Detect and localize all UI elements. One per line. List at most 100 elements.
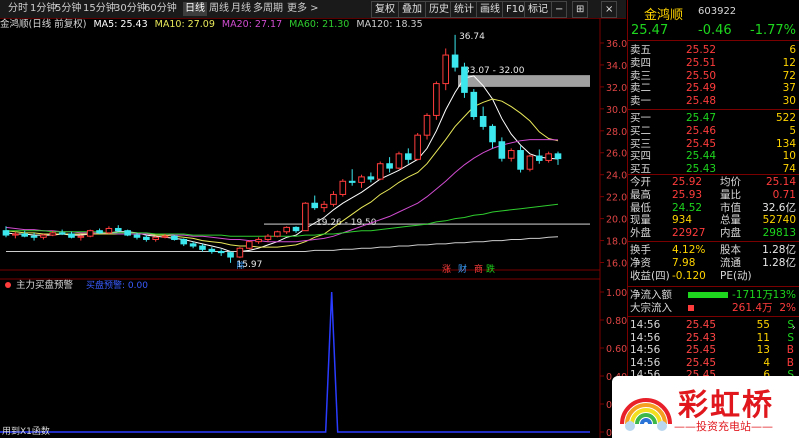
stat-row: 今开 25.92 均价 25.14: [630, 176, 796, 188]
candle-body: [489, 125, 496, 143]
chevron-right-icon[interactable]: ›: [792, 318, 799, 338]
ma-line-ma20: [5, 139, 559, 243]
indicator-axis-label: 0.80: [606, 316, 627, 327]
candle-body: [498, 141, 506, 159]
stock-code: 603922: [698, 6, 737, 17]
price-axis-label: 30.00: [606, 105, 627, 116]
candle-body: [461, 66, 468, 93]
candle-body: [386, 163, 393, 169]
candle-body: [255, 238, 262, 243]
event-marker: 除: [237, 260, 245, 270]
indicator-line: [0, 291, 590, 433]
bid-row: 买二 25.46 5: [630, 124, 796, 137]
ma-line-ma10: [5, 98, 559, 248]
price-axis-label: 16.00: [606, 259, 627, 270]
ma-line-ma120: [6, 236, 559, 252]
resistance-zone: [458, 75, 590, 87]
candle-body: [180, 238, 188, 245]
price-change: -0.46: [698, 23, 732, 38]
candle-body: [171, 235, 178, 240]
last-price: 25.47: [631, 23, 669, 38]
candle-body: [433, 83, 440, 116]
watermark-logo: 彩虹桥 ——投资充电站——: [612, 376, 799, 438]
ask-row: 卖四 25.51 12: [630, 56, 796, 69]
flow-row: 大宗流入 261.4万 2%: [630, 302, 796, 314]
stock-name: 金鸿顺: [644, 8, 684, 23]
divider: [628, 316, 799, 317]
high-label: 36.74: [459, 32, 485, 42]
candle-body: [77, 235, 85, 238]
divider: [628, 286, 799, 287]
candle-body: [96, 230, 103, 234]
price-change-pct: -1.77%: [750, 23, 796, 38]
indicator-axis-label: 0.60: [606, 344, 627, 355]
candle-body: [311, 202, 319, 209]
candle-body: [554, 153, 562, 160]
stat-row: 换手 4.12% 股本 1.28亿: [630, 244, 796, 256]
candle-body: [58, 232, 66, 235]
candle-body: [526, 155, 534, 170]
price-axis-label: 26.00: [606, 149, 627, 160]
divider: [628, 109, 799, 110]
stat-row: 外盘 22927 内盘 29813: [630, 227, 796, 240]
divider: [628, 40, 799, 41]
indicator-axis-label: 1.00: [606, 288, 627, 299]
candle-body: [395, 153, 403, 169]
bid-row: 买一 25.47 522: [630, 112, 796, 124]
stat-row: 最低 24.52 市值 32.6亿: [630, 201, 796, 214]
candle-body: [376, 163, 384, 180]
candle-body: [442, 54, 450, 85]
candle-body: [245, 241, 253, 249]
candle-body: [274, 231, 281, 237]
price-axis-label: 34.00: [606, 61, 627, 72]
tick-row: 14:56 25.43 11 S: [630, 331, 794, 344]
candle-body: [143, 236, 150, 240]
price-axis-label: 36.00: [606, 39, 627, 50]
indicator-title: 主力买盘预警: [16, 279, 74, 291]
kline-chart[interactable]: 36.00 34.00 32.00 30.00 28.00 26.00 24.00 22.00…: [0, 0, 627, 438]
candle-body: [227, 252, 234, 258]
bid-row: 买三 25.45 134: [630, 137, 796, 150]
candle-body: [451, 54, 459, 68]
candle-body: [68, 233, 75, 238]
candle-body: [292, 226, 300, 232]
indicator-param: 买盘预警: 0.00: [86, 279, 148, 291]
candle-body: [124, 230, 131, 236]
candle-body: [40, 234, 47, 238]
candle-body: [264, 235, 272, 240]
event-marker: 财: [458, 263, 467, 275]
candle-body: [367, 176, 375, 180]
ask-row: 卖五 25.52 6: [630, 44, 796, 56]
candle-body: [208, 248, 216, 253]
candle-body: [423, 114, 431, 136]
stat-row: 收益(四) -0.120 PE(动): [630, 269, 752, 282]
event-marker: 商: [474, 263, 483, 275]
candle-body: [545, 153, 552, 161]
candle-body: [199, 245, 206, 250]
indicator-toggle-icon: [5, 282, 11, 288]
candle-body: [404, 153, 412, 160]
ask-row: 卖一 25.48 30: [630, 95, 796, 108]
zone-bottom-label: 19.26 - 19.50: [316, 218, 377, 228]
candle-body: [535, 155, 543, 161]
price-row: 25.47 -0.46 -1.77%: [628, 23, 799, 39]
event-marker: 涨: [442, 264, 451, 275]
price-axis-label: 22.00: [606, 193, 627, 204]
stat-row: 净资 7.98 流通 1.28亿: [630, 256, 796, 269]
candle-body: [283, 226, 290, 233]
candle-body: [320, 203, 328, 209]
candle-body: [49, 232, 57, 236]
candle-body: [479, 116, 487, 127]
price-axis-label: 20.00: [606, 215, 627, 226]
candle-body: [414, 134, 421, 160]
candle-body: [30, 235, 38, 238]
flow-row: 净流入额 -1711万 -13%: [630, 289, 796, 301]
price-axis-label: 24.00: [606, 171, 627, 182]
candle-body: [517, 150, 524, 170]
rainbow-icon: [620, 398, 672, 431]
candle-body: [189, 243, 197, 247]
stock-title: 金鸿顺 603922: [628, 0, 799, 23]
tick-row: 14:56 25.45 13 B: [630, 344, 794, 357]
candle-body: [2, 230, 10, 236]
event-marker: 跌: [486, 264, 495, 275]
